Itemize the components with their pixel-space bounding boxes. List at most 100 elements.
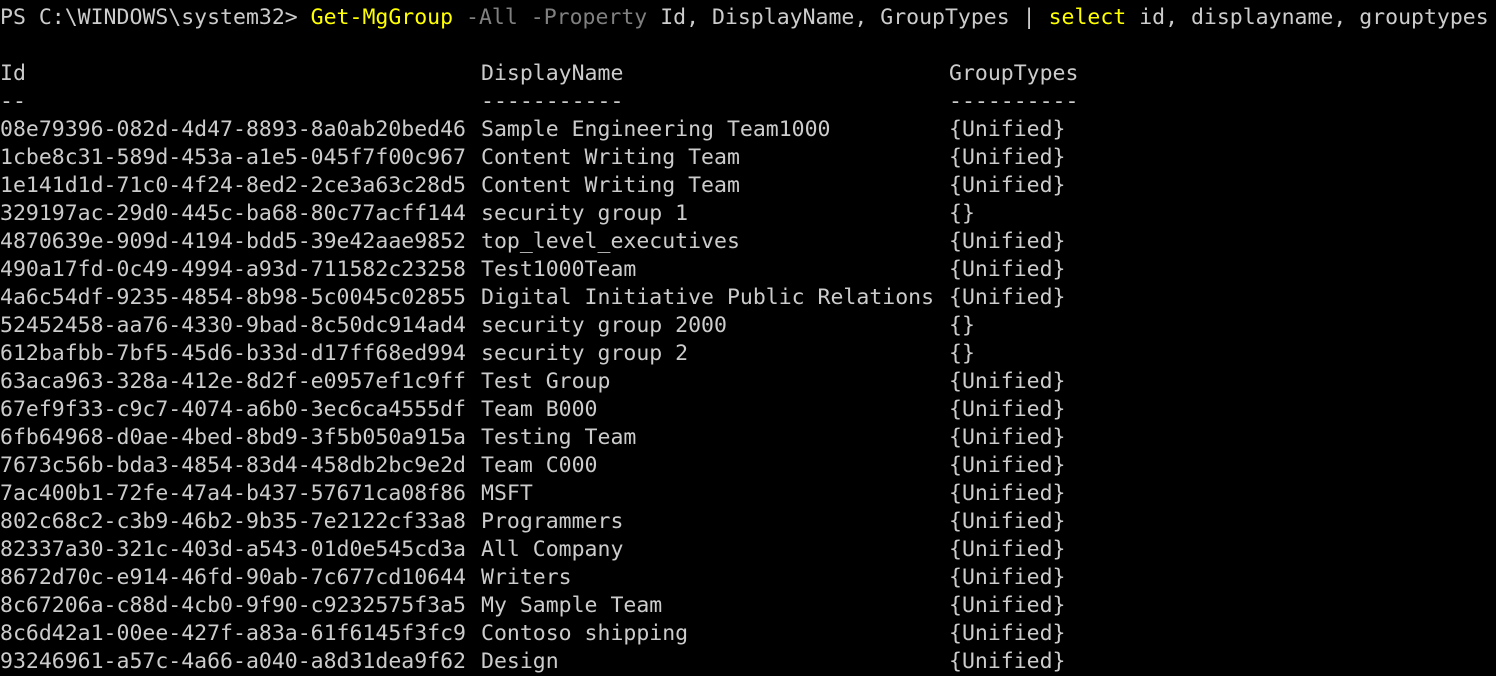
table-row: 7ac400b1-72fe-47a4-b437-57671ca08f86 MSFT… xyxy=(0,480,1496,508)
cell-id: 8c67206a-c88d-4cb0-9f90-c9232575f3a5 xyxy=(0,593,466,618)
table-row: 4870639e-909d-4194-bdd5-39e42aae9852 top_… xyxy=(0,228,1496,256)
cell-id: 4a6c54df-9235-4854-8b98-5c0045c02855 xyxy=(0,285,466,310)
underline-id: -- xyxy=(0,89,26,114)
cell-id: 329197ac-29d0-445c-ba68-80c77acff144 xyxy=(0,201,466,226)
cell-id: 490a17fd-0c49-4994-a93d-711582c23258 xyxy=(0,257,466,282)
cell-displayname: Contoso shipping xyxy=(481,621,689,646)
header-id: Id xyxy=(0,61,26,86)
cell-displayname: Team C000 xyxy=(481,453,598,478)
table-row: 612bafbb-7bf5-45d6-b33d-d17ff68ed994 secu… xyxy=(0,340,1496,368)
cell-id: 7673c56b-bda3-4854-83d4-458db2bc9e2d xyxy=(0,453,466,478)
cell-grouptypes: {Unified} xyxy=(949,425,1066,450)
cell-id: 67ef9f33-c9c7-4074-a6b0-3ec6ca4555df xyxy=(0,397,466,422)
table-row: 82337a30-321c-403d-a543-01d0e545cd3a All … xyxy=(0,536,1496,564)
cell-id: 08e79396-082d-4d47-8893-8a0ab20bed46 xyxy=(0,117,466,142)
cell-id: 1cbe8c31-589d-453a-a1e5-045f7f00c967 xyxy=(0,145,466,170)
cell-displayname: My Sample Team xyxy=(481,593,663,618)
table-row: 329197ac-29d0-445c-ba68-80c77acff144 secu… xyxy=(0,200,1496,228)
table-body: 08e79396-082d-4d47-8893-8a0ab20bed46 Samp… xyxy=(0,116,1496,676)
cell-grouptypes: {Unified} xyxy=(949,509,1066,534)
cell-displayname: Content Writing Team xyxy=(481,145,740,170)
cell-displayname: MSFT xyxy=(481,481,533,506)
table-row: 8c6d42a1-00ee-427f-a83a-61f6145f3fc9 Cont… xyxy=(0,620,1496,648)
cell-displayname: Team B000 xyxy=(481,397,598,422)
cell-grouptypes: {Unified} xyxy=(949,565,1066,590)
cell-id: 52452458-aa76-4330-9bad-8c50dc914ad4 xyxy=(0,313,466,338)
table-header-row: Id DisplayName GroupTypes xyxy=(0,60,1496,88)
prompt-path: PS C:\WINDOWS\system32> xyxy=(0,5,298,30)
cell-grouptypes: {Unified} xyxy=(949,145,1066,170)
table-row: 4a6c54df-9235-4854-8b98-5c0045c02855 Digi… xyxy=(0,284,1496,312)
cell-grouptypes: {Unified} xyxy=(949,285,1066,310)
command-line[interactable]: PS C:\WINDOWS\system32> Get-MgGroup -All… xyxy=(0,4,1496,32)
cell-grouptypes: {Unified} xyxy=(949,257,1066,282)
cell-displayname: security group 2000 xyxy=(481,313,727,338)
parameter-property: -Property xyxy=(530,5,648,30)
table-row: 490a17fd-0c49-4994-a93d-711582c23258 Test… xyxy=(0,256,1496,284)
cell-id: 7ac400b1-72fe-47a4-b437-57671ca08f86 xyxy=(0,481,466,506)
cell-grouptypes: {Unified} xyxy=(949,621,1066,646)
table-row: 52452458-aa76-4330-9bad-8c50dc914ad4 secu… xyxy=(0,312,1496,340)
cell-id: 8c6d42a1-00ee-427f-a83a-61f6145f3fc9 xyxy=(0,621,466,646)
table-row: 08e79396-082d-4d47-8893-8a0ab20bed46 Samp… xyxy=(0,116,1496,144)
cell-displayname: Writers xyxy=(481,565,572,590)
cell-displayname: Sample Engineering Team1000 xyxy=(481,117,831,142)
cmdlet-name: Get-MgGroup xyxy=(310,5,454,30)
cell-grouptypes: {Unified} xyxy=(949,117,1066,142)
cell-grouptypes: {Unified} xyxy=(949,593,1066,618)
cell-displayname: Programmers xyxy=(481,509,624,534)
cell-id: 63aca963-328a-412e-8d2f-e0957ef1c9ff xyxy=(0,369,466,394)
powershell-console[interactable]: PS C:\WINDOWS\system32> Get-MgGroup -All… xyxy=(0,4,1496,676)
table-row: 8672d70c-e914-46fd-90ab-7c677cd10644 Writ… xyxy=(0,564,1496,592)
table-row: 67ef9f33-c9c7-4074-a6b0-3ec6ca4555df Team… xyxy=(0,396,1496,424)
cell-grouptypes: {Unified} xyxy=(949,453,1066,478)
cell-id: 612bafbb-7bf5-45d6-b33d-d17ff68ed994 xyxy=(0,341,466,366)
header-displayname: DisplayName xyxy=(481,61,624,86)
table-row: 6fb64968-d0ae-4bed-8bd9-3f5b050a915a Test… xyxy=(0,424,1496,452)
cell-id: 8672d70c-e914-46fd-90ab-7c677cd10644 xyxy=(0,565,466,590)
underline-displayname: ----------- xyxy=(481,89,624,114)
cell-id: 4870639e-909d-4194-bdd5-39e42aae9852 xyxy=(0,229,466,254)
cell-grouptypes: {} xyxy=(949,313,975,338)
select-arguments: id, displayname, grouptypes xyxy=(1139,5,1489,30)
table-row: 1e141d1d-71c0-4f24-8ed2-2ce3a63c28d5 Cont… xyxy=(0,172,1496,200)
cell-id: 6fb64968-d0ae-4bed-8bd9-3f5b050a915a xyxy=(0,425,466,450)
cell-grouptypes: {} xyxy=(949,201,975,226)
table-row: 7673c56b-bda3-4854-83d4-458db2bc9e2d Team… xyxy=(0,452,1496,480)
cell-id: 82337a30-321c-403d-a543-01d0e545cd3a xyxy=(0,537,466,562)
table-row: 802c68c2-c3b9-46b2-9b35-7e2122cf33a8 Prog… xyxy=(0,508,1496,536)
cell-displayname: security group 2 xyxy=(481,341,689,366)
table-header-underline: -- ----------- ---------- xyxy=(0,88,1496,116)
cell-grouptypes: {Unified} xyxy=(949,397,1066,422)
underline-grouptypes: ---------- xyxy=(949,89,1079,114)
parameter-all: -All xyxy=(466,5,518,30)
table-row: 1cbe8c31-589d-453a-a1e5-045f7f00c967 Cont… xyxy=(0,144,1496,172)
table-row: 63aca963-328a-412e-8d2f-e0957ef1c9ff Test… xyxy=(0,368,1496,396)
cell-displayname: Test1000Team xyxy=(481,257,637,282)
cell-grouptypes: {} xyxy=(949,341,975,366)
cell-grouptypes: {Unified} xyxy=(949,369,1066,394)
table-row: 93246961-a57c-4a66-a040-a8d31dea9f62 Desi… xyxy=(0,648,1496,676)
cell-displayname: security group 1 xyxy=(481,201,689,226)
cell-grouptypes: {Unified} xyxy=(949,229,1066,254)
cell-displayname: Content Writing Team xyxy=(481,173,740,198)
property-arguments: Id, DisplayName, GroupTypes xyxy=(660,5,1010,30)
cell-displayname: top_level_executives xyxy=(481,229,740,254)
cell-displayname: Digital Initiative Public Relations xyxy=(481,285,935,310)
cell-id: 802c68c2-c3b9-46b2-9b35-7e2122cf33a8 xyxy=(0,509,466,534)
cell-id: 93246961-a57c-4a66-a040-a8d31dea9f62 xyxy=(0,649,466,674)
cell-displayname: Test Group xyxy=(481,369,611,394)
header-grouptypes: GroupTypes xyxy=(949,61,1079,86)
select-cmdlet: select xyxy=(1048,5,1127,30)
cell-displayname: Testing Team xyxy=(481,425,637,450)
cell-grouptypes: {Unified} xyxy=(949,173,1066,198)
table-row: 8c67206a-c88d-4cb0-9f90-c9232575f3a5 My S… xyxy=(0,592,1496,620)
cell-grouptypes: {Unified} xyxy=(949,537,1066,562)
cell-displayname: Design xyxy=(481,649,559,674)
cell-displayname: All Company xyxy=(481,537,624,562)
cell-grouptypes: {Unified} xyxy=(949,481,1066,506)
cell-id: 1e141d1d-71c0-4f24-8ed2-2ce3a63c28d5 xyxy=(0,173,466,198)
cell-grouptypes: {Unified} xyxy=(949,649,1066,674)
pipe-operator: | xyxy=(1022,5,1036,30)
